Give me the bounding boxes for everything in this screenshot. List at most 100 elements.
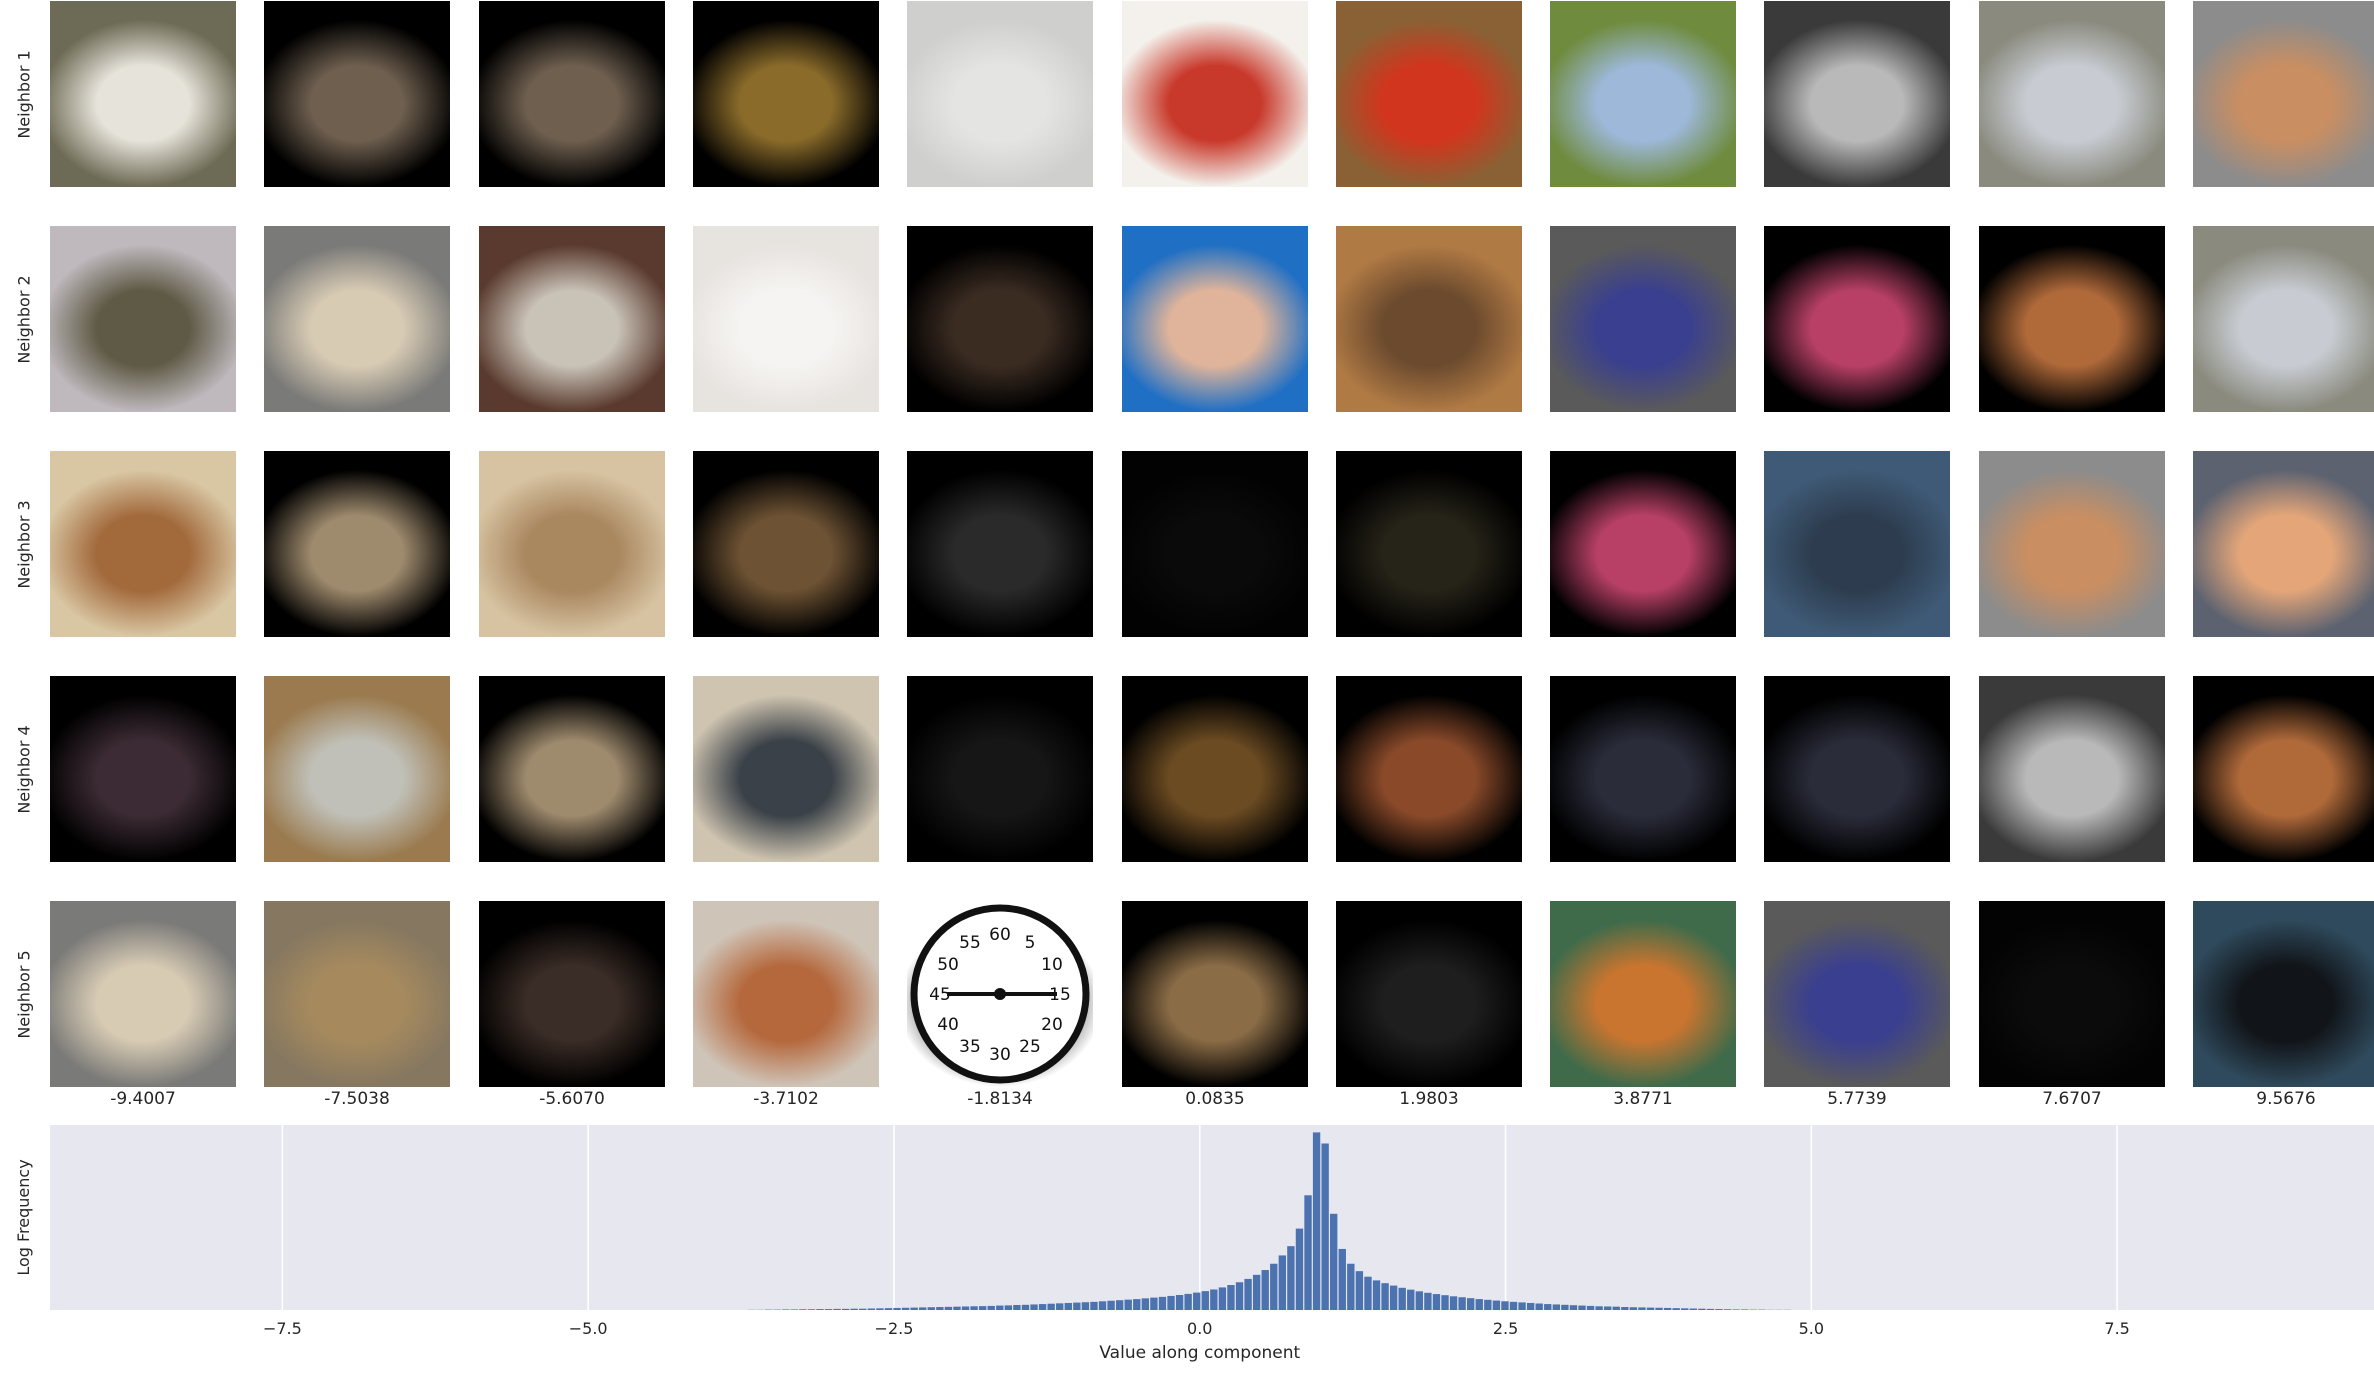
neighbor-thumbnail xyxy=(907,1,1093,187)
neighbor-thumbnail xyxy=(2193,1,2374,187)
histogram-bar xyxy=(1561,1304,1569,1310)
column-value-label: 1.9803 xyxy=(1399,1089,1459,1109)
histogram-bar xyxy=(1038,1304,1047,1310)
neighbor-thumbnail xyxy=(479,676,665,862)
neighbor-thumbnail xyxy=(1550,1,1736,187)
histogram-bar xyxy=(1073,1302,1081,1310)
row-label: Neighbor 4 xyxy=(14,725,34,814)
histogram-bar xyxy=(1056,1303,1064,1310)
histogram-bar xyxy=(1013,1305,1021,1310)
row-label: Neighbor 5 xyxy=(14,950,34,1039)
neighbor-thumbnail xyxy=(1336,676,1522,862)
histogram-bar xyxy=(1098,1301,1107,1310)
neighbor-thumbnail xyxy=(907,451,1093,637)
x-axis-label: Value along component xyxy=(1099,1343,1300,1363)
neighbor-thumbnail xyxy=(2193,226,2374,412)
neighbor-thumbnail xyxy=(693,1,879,187)
neighbor-thumbnail xyxy=(264,226,450,412)
histogram-bar xyxy=(901,1307,910,1310)
neighbor-thumbnail xyxy=(479,226,665,412)
histogram-bar xyxy=(1432,1294,1441,1310)
neighbor-thumbnail xyxy=(50,676,236,862)
histogram-bar xyxy=(1612,1306,1620,1310)
x-tick-label: 0.0 xyxy=(1187,1319,1212,1338)
histogram-bar xyxy=(1235,1282,1244,1310)
histogram-bar xyxy=(1501,1301,1509,1310)
histogram-bar xyxy=(927,1307,935,1310)
histogram-bar xyxy=(1578,1305,1586,1310)
histogram-bar xyxy=(1638,1307,1646,1310)
stopwatch-number: 25 xyxy=(1019,1037,1041,1057)
histogram-bar xyxy=(1081,1302,1090,1310)
neighbor-thumbnail xyxy=(693,226,879,412)
neighbor-thumbnail xyxy=(1122,1,1308,187)
column-value-label: -9.4007 xyxy=(110,1089,176,1109)
column-value-label: -3.7102 xyxy=(753,1089,819,1109)
histogram-bar xyxy=(782,1309,790,1310)
neighbor-thumbnail xyxy=(50,1,236,187)
histogram-bar xyxy=(1449,1296,1458,1310)
x-tick-label: −7.5 xyxy=(263,1319,302,1338)
histogram-bar xyxy=(1355,1271,1364,1310)
stopwatch-number: 5 xyxy=(1025,933,1036,953)
histogram-bar xyxy=(1107,1300,1115,1310)
stopwatch-number: 60 xyxy=(989,925,1011,945)
stopwatch-number: 50 xyxy=(937,955,959,975)
histogram-bar xyxy=(867,1308,876,1310)
histogram-bar xyxy=(1227,1285,1235,1310)
histogram-bar xyxy=(1441,1295,1449,1310)
neighbor-thumbnail xyxy=(693,676,879,862)
neighbor-thumbnail xyxy=(1764,226,1950,412)
histogram-bar xyxy=(1741,1309,1749,1310)
plot-background xyxy=(50,1125,2374,1310)
histogram-bar xyxy=(1141,1298,1150,1310)
histogram-bar xyxy=(1338,1248,1346,1310)
histogram-bar xyxy=(1569,1305,1578,1310)
histogram-bar xyxy=(1586,1305,1595,1310)
histogram-bar xyxy=(1175,1295,1184,1310)
histogram-bar xyxy=(1295,1228,1304,1310)
neighbor-thumbnail xyxy=(1979,451,2165,637)
histogram-bar xyxy=(1184,1293,1192,1310)
histogram-bar xyxy=(1312,1132,1321,1310)
stopwatch-number: 55 xyxy=(959,933,981,953)
column-value-label: 7.6707 xyxy=(2042,1089,2102,1109)
histogram-bar xyxy=(1544,1304,1552,1310)
histogram-bar xyxy=(1552,1304,1560,1310)
neighbor-thumbnail xyxy=(264,451,450,637)
histogram-bar xyxy=(1458,1297,1466,1310)
histogram-bar xyxy=(1475,1299,1483,1310)
x-tick-label: 7.5 xyxy=(2104,1319,2129,1338)
column-value-label: 5.7739 xyxy=(1827,1089,1887,1109)
histogram-bar xyxy=(1004,1305,1013,1310)
neighbor-thumbnail xyxy=(2193,676,2374,862)
histogram-bar xyxy=(1484,1299,1492,1310)
histogram-bar xyxy=(1124,1299,1132,1310)
histogram-bar xyxy=(1193,1292,1201,1310)
neighbor-thumbnail xyxy=(907,226,1093,412)
histogram-bar xyxy=(1698,1308,1706,1310)
histogram-bar xyxy=(1646,1307,1655,1310)
histogram-bar xyxy=(953,1306,961,1310)
histogram-bar xyxy=(1621,1307,1629,1310)
histogram-bar xyxy=(996,1305,1004,1310)
histogram-bar xyxy=(1064,1302,1072,1310)
neighbor-thumbnail xyxy=(907,676,1093,862)
histogram-bar xyxy=(876,1308,884,1310)
neighbor-thumbnail xyxy=(50,451,236,637)
histogram-bar xyxy=(1372,1280,1381,1310)
neighbor-thumbnail xyxy=(1764,901,1950,1087)
histogram-bar xyxy=(1526,1302,1535,1310)
neighbor-thumbnail xyxy=(693,451,879,637)
histogram-bar xyxy=(1706,1308,1715,1310)
histogram-bar xyxy=(1321,1143,1329,1310)
stopwatch-number: 30 xyxy=(989,1045,1011,1065)
column-value-label: -7.5038 xyxy=(324,1089,390,1109)
histogram-bar xyxy=(850,1308,858,1310)
neighbor-thumbnail xyxy=(693,901,879,1087)
histogram-bar xyxy=(1681,1308,1689,1310)
histogram-bar xyxy=(824,1309,833,1310)
histogram-bar xyxy=(807,1309,816,1310)
column-value-label: 0.0835 xyxy=(1185,1089,1245,1109)
histogram-bar xyxy=(970,1306,978,1310)
